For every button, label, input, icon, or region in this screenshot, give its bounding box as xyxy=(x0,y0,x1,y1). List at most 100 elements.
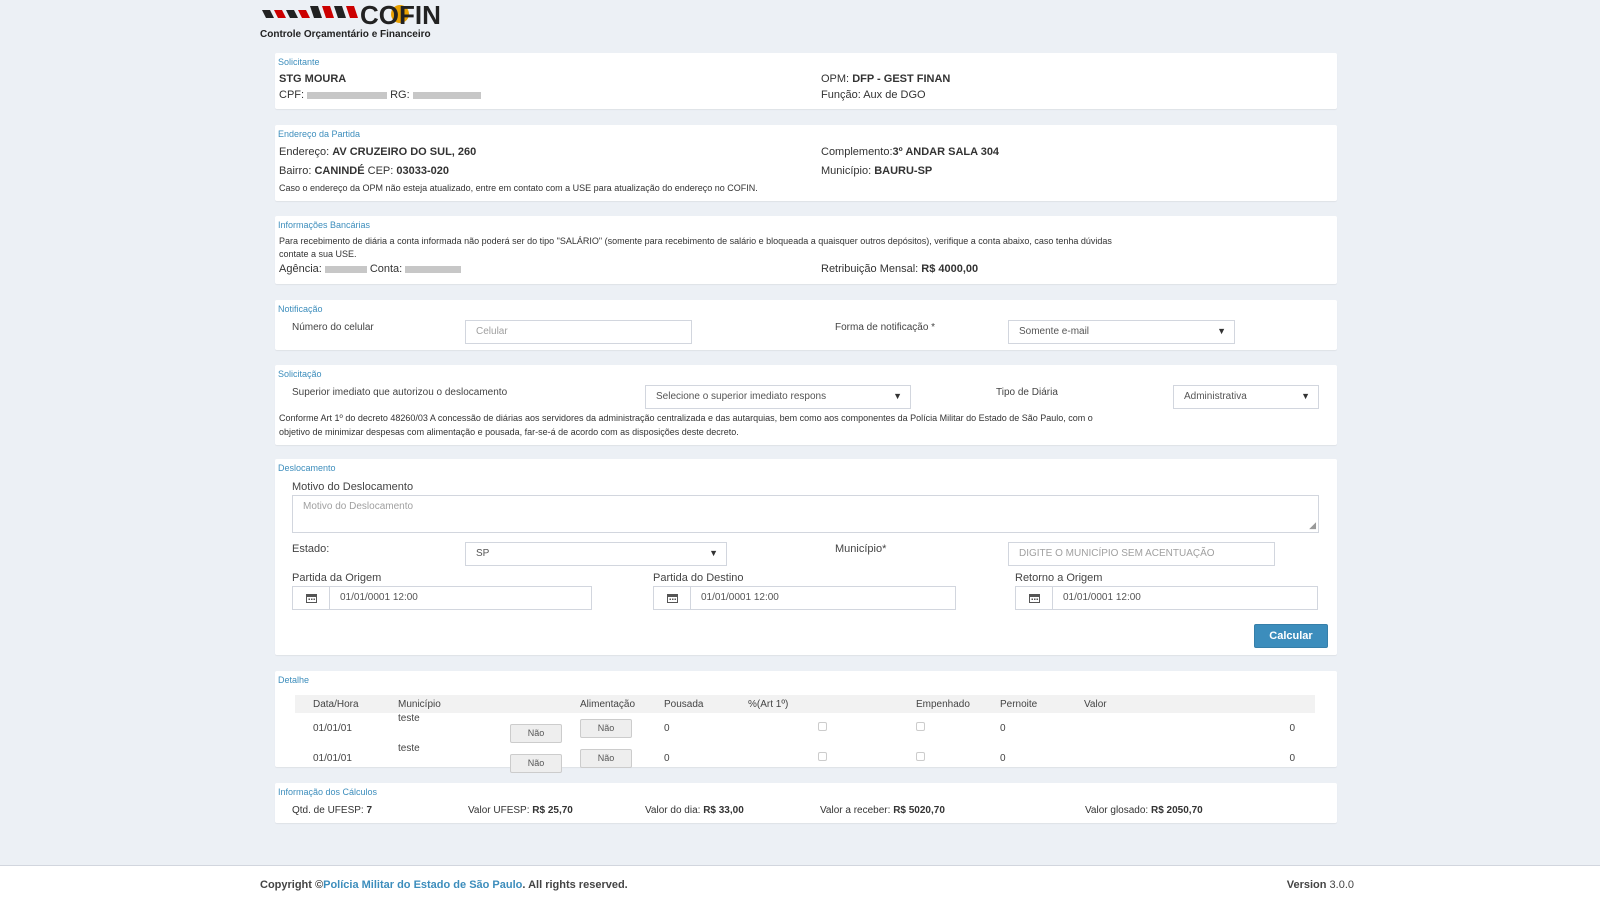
endereco-value: AV CRUZEIRO DO SUL, 260 xyxy=(332,146,477,158)
municipio-destino-label: Município* xyxy=(835,543,887,555)
valor-ufesp-label: Valor UFESP: xyxy=(468,805,530,816)
qtd-ufesp: Qtd. de UFESP: 7 xyxy=(292,805,372,816)
cep-label: CEP: xyxy=(367,165,394,177)
copyright-suffix: . All rights reserved. xyxy=(522,879,628,891)
cell-data: 01/01/01 xyxy=(313,752,352,764)
alimentacao-toggle-button[interactable]: Não xyxy=(510,754,562,773)
complemento-value: 3º ANDAR SALA 304 xyxy=(892,146,1000,158)
cell-valor: 0 xyxy=(1289,722,1295,734)
cell-municipio-text: teste xyxy=(398,713,420,724)
cell-pernoite: 0 xyxy=(1000,752,1006,764)
pmesp-link[interactable]: Polícia Militar do Estado de São Paulo xyxy=(323,879,522,891)
tipo-diaria-value: Administrativa xyxy=(1184,391,1247,402)
valor-ufesp-value: R$ 25,70 xyxy=(532,805,573,816)
copyright: Copyright ©Polícia Militar do Estado de … xyxy=(260,879,628,891)
panel-title: Deslocamento xyxy=(278,463,336,473)
column-header: Alimentação xyxy=(562,695,646,713)
resize-grip-icon[interactable]: ◢ xyxy=(1309,520,1316,531)
partida-origem-field[interactable]: 01/01/0001 12:00 xyxy=(292,586,592,610)
column-header: Data/Hora xyxy=(295,695,380,713)
version-value: 3.0.0 xyxy=(1329,879,1354,891)
empenhado-checkbox[interactable] xyxy=(916,752,925,761)
cell-empenhado xyxy=(898,713,982,743)
tipo-diaria-select[interactable]: Administrativa ▼ xyxy=(1173,385,1319,409)
retorno-origem-field[interactable]: 01/01/0001 12:00 xyxy=(1015,586,1318,610)
cpf-redacted xyxy=(307,91,388,99)
municipio-destino-input[interactable]: DIGITE O MUNICÍPIO SEM ACENTUAÇÃO xyxy=(1008,542,1275,566)
solicitante-doc-row: CPF: RG: xyxy=(279,89,484,101)
rg-label: RG: xyxy=(390,89,410,101)
valor-glosado-label: Valor glosado: xyxy=(1085,805,1149,816)
caret-down-icon: ▼ xyxy=(1301,391,1310,401)
solicitante-name: STG MOURA xyxy=(279,73,347,85)
calcular-button[interactable]: Calcular xyxy=(1254,624,1328,648)
forma-notificacao-select[interactable]: Somente e-mail ▼ xyxy=(1008,320,1235,344)
retorno-origem-input[interactable]: 01/01/0001 12:00 xyxy=(1052,586,1318,610)
bancarias-note: Para recebimento de diária a conta infor… xyxy=(279,236,1112,246)
detalhe-table: Data/Hora Município Alimentação Pousada … xyxy=(295,695,1315,773)
valor-dia: Valor do dia: R$ 33,00 xyxy=(645,805,744,816)
partida-destino-input[interactable]: 01/01/0001 12:00 xyxy=(690,586,956,610)
rg-redacted xyxy=(412,91,481,99)
cpf-label: CPF: xyxy=(279,89,305,101)
endereco-label: Endereço: xyxy=(279,146,330,158)
cell-empenhado xyxy=(898,743,982,773)
deslocamento-panel: Deslocamento Motivo do Deslocamento Moti… xyxy=(275,459,1337,655)
panel-title: Notificação xyxy=(278,304,323,314)
alimentacao-toggle-button[interactable]: Não xyxy=(510,724,562,743)
cell-art1 xyxy=(730,713,898,743)
partida-destino-field[interactable]: 01/01/0001 12:00 xyxy=(653,586,956,610)
valor-receber-value: R$ 5020,70 xyxy=(893,805,945,816)
bairro-label: Bairro: xyxy=(279,165,312,177)
caret-down-icon: ▼ xyxy=(1217,326,1226,336)
cell-data: 01/01/01 xyxy=(313,722,352,734)
pousada-toggle-button[interactable]: Não xyxy=(580,718,632,738)
valor-receber-label: Valor a receber: xyxy=(820,805,891,816)
panel-title: Endereço da Partida xyxy=(278,129,361,139)
calendar-icon[interactable] xyxy=(1015,586,1053,610)
art1-checkbox[interactable] xyxy=(818,722,827,731)
detalhe-panel: Detalhe Data/Hora Município Alimentação … xyxy=(275,671,1337,773)
panel-title: Solicitante xyxy=(278,57,320,67)
valor-receber: Valor a receber: R$ 5020,70 xyxy=(820,805,945,816)
caret-down-icon: ▼ xyxy=(709,548,718,558)
retribuicao-value: R$ 4000,00 xyxy=(921,263,979,275)
pousada-toggle-button[interactable]: Não xyxy=(580,748,632,768)
art1-checkbox[interactable] xyxy=(818,752,827,761)
brand-name: COFIN xyxy=(360,0,441,30)
calendar-icon[interactable] xyxy=(292,586,330,610)
calendar-icon[interactable] xyxy=(653,586,691,610)
valor-dia-label: Valor do dia: xyxy=(645,805,701,816)
brand-subtitle: Controle Orçamentário e Financeiro xyxy=(260,29,431,40)
bancarias-panel: Informações Bancárias Para recebimento d… xyxy=(275,216,1337,284)
estado-value: SP xyxy=(476,548,490,559)
valor-glosado-value: R$ 2050,70 xyxy=(1150,805,1203,816)
motivo-placeholder: Motivo do Deslocamento xyxy=(303,501,414,512)
valor-glosado: Valor glosado: R$ 2050,70 xyxy=(1085,805,1203,816)
cep-value: 03033-020 xyxy=(396,165,450,177)
superior-select[interactable]: Selecione o superior imediato respons ▼ xyxy=(645,385,911,409)
column-header: Município xyxy=(380,695,562,713)
bairro-row: Bairro: CANINDÉ CEP: 03033-020 xyxy=(279,165,449,177)
funcao-label: Função: xyxy=(821,89,861,101)
estado-select[interactable]: SP ▼ xyxy=(465,542,727,566)
column-header: Pernoite xyxy=(982,695,1066,713)
motivo-textarea[interactable]: Motivo do Deslocamento ◢ xyxy=(292,495,1319,533)
forma-notificacao-value: Somente e-mail xyxy=(1019,326,1090,337)
complemento-row: Complemento:3º ANDAR SALA 304 xyxy=(821,146,999,158)
opm-row: OPM: DFP - GEST FINAN xyxy=(821,73,950,85)
conta-redacted xyxy=(405,265,462,273)
column-header: Valor xyxy=(1066,695,1315,713)
cell-municipio-text: teste xyxy=(398,743,420,754)
celular-input[interactable]: Celular xyxy=(465,320,692,344)
empenhado-checkbox[interactable] xyxy=(916,722,925,731)
municipio-label: Município: xyxy=(821,165,872,177)
panel-title: Informação dos Cálculos xyxy=(278,787,378,797)
conta-label: Conta: xyxy=(369,263,403,275)
superior-value: Selecione o superior imediato respons xyxy=(656,391,827,402)
partida-origem-label: Partida da Origem xyxy=(292,572,382,584)
solicitacao-panel: Solicitação Superior imediato que autori… xyxy=(275,365,1337,445)
partida-origem-input[interactable]: 01/01/0001 12:00 xyxy=(329,586,592,610)
municipio-value: BAURU-SP xyxy=(874,165,933,177)
footer: Copyright ©Polícia Militar do Estado de … xyxy=(0,865,1600,900)
